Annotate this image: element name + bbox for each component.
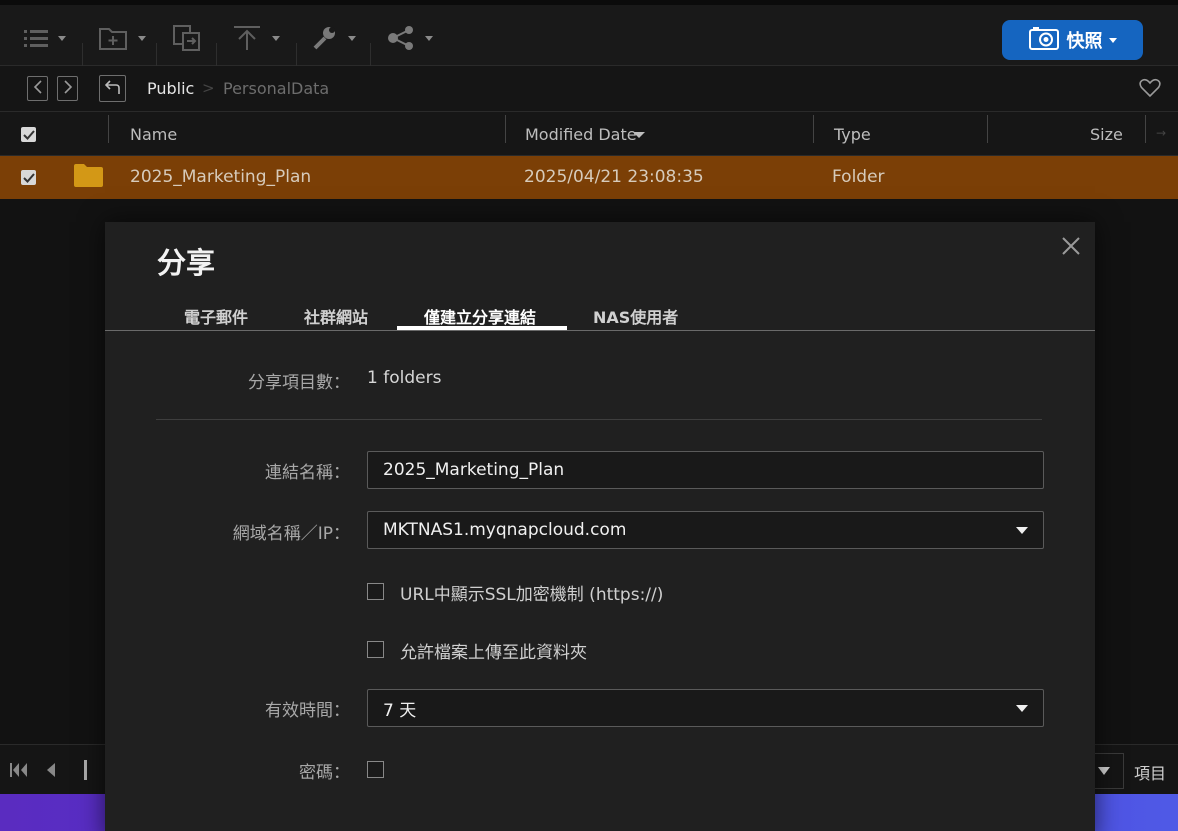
tools-icon [312,25,338,51]
chevron-left-icon [33,79,43,98]
upload-icon [232,24,262,52]
chevron-right-icon [63,79,73,98]
active-tab-indicator [397,326,567,330]
allow-upload-label[interactable]: 允許檔案上傳至此資料夾 [400,638,587,663]
chevron-down-icon [348,35,356,41]
new-folder-button[interactable] [98,19,146,57]
tab-link-only[interactable]: 僅建立分享連結 [424,304,536,328]
table-row[interactable]: 2025_Marketing_Plan 2025/04/21 23:08:35 … [0,156,1178,199]
column-options-icon[interactable]: → [1156,126,1166,140]
list-view-button[interactable] [24,19,66,57]
pager-divider [84,760,87,780]
column-divider[interactable] [813,115,814,143]
close-icon[interactable] [1060,235,1082,261]
share-count-value: 1 folders [367,368,442,388]
column-header-name[interactable]: Name [130,125,177,144]
expire-label: 有效時間： [265,701,350,721]
breadcrumb-separator: > [202,79,215,97]
column-header-size[interactable]: Size [1090,125,1123,144]
chevron-down-icon [1016,705,1028,712]
items-label: 項目 [1134,764,1167,783]
copy-icon [172,24,202,52]
password-checkbox[interactable] [367,761,384,778]
breadcrumb-item[interactable]: PersonalData [223,79,329,98]
chevron-down-icon [138,35,146,41]
chevron-down-icon [1016,527,1028,534]
breadcrumb-item[interactable]: Public [147,79,194,98]
expire-select[interactable]: 7 天 [367,689,1044,727]
share-icon [387,25,415,51]
ssl-label[interactable]: URL中顯示SSL加密機制 (https://) [400,580,663,605]
camera-icon [1028,26,1059,55]
select-all-checkbox[interactable] [21,127,36,142]
sort-desc-icon [633,132,645,138]
password-label: 密碼： [299,763,350,783]
table-header: Name Modified Date Type Size → [0,112,1178,156]
chevron-down-icon [58,35,66,41]
snapshot-label: 快照 [1066,31,1103,52]
back-button[interactable] [27,76,48,101]
new-folder-icon [98,25,128,51]
upload-button[interactable] [232,19,280,57]
link-name-value: 2025_Marketing_Plan [383,460,565,480]
column-header-type[interactable]: Type [834,125,871,144]
toolbar-divider [370,43,371,67]
chevron-down-icon [1098,767,1110,775]
row-checkbox[interactable] [21,170,36,185]
share-count-label: 分享項目數： [248,373,350,393]
forward-button[interactable] [57,76,78,101]
column-divider[interactable] [108,115,109,143]
ssl-checkbox[interactable] [367,583,384,600]
snapshot-button[interactable]: 快照 [1002,20,1143,60]
file-name[interactable]: 2025_Marketing_Plan [130,167,311,187]
list-view-icon [24,28,48,48]
share-button[interactable] [387,19,433,57]
domain-value: MKTNAS1.myqnapcloud.com [383,520,627,540]
copy-button[interactable] [172,19,202,57]
first-page-icon[interactable] [10,762,28,782]
chevron-down-icon [425,35,433,41]
heart-icon[interactable] [1139,78,1161,102]
dialog-title: 分享 [157,246,216,280]
column-divider[interactable] [1145,115,1146,143]
parent-folder-button[interactable] [99,75,126,102]
column-header-modified-date[interactable]: Modified Date [525,125,637,144]
tab-email[interactable]: 電子郵件 [184,304,248,328]
domain-label: 網域名稱／IP： [232,524,350,544]
share-dialog: 分享 電子郵件 社群網站 僅建立分享連結 NAS使用者 分享項目數： 1 fol… [105,222,1095,831]
tab-social[interactable]: 社群網站 [304,304,368,328]
toolbar-divider [82,43,83,67]
folder-icon [74,164,103,191]
allow-upload-checkbox[interactable] [367,641,384,658]
file-type: Folder [832,167,885,187]
domain-select[interactable]: MKTNAS1.myqnapcloud.com [367,511,1044,549]
toolbar-divider [296,43,297,67]
file-modified-date: 2025/04/21 23:08:35 [524,167,704,187]
column-divider[interactable] [505,115,506,143]
chevron-down-icon [272,35,280,41]
return-icon [104,79,121,99]
toolbar: 快照 [0,0,1178,67]
toolbar-divider [216,43,217,67]
prev-page-icon[interactable] [44,762,56,782]
column-divider[interactable] [987,115,988,143]
tab-nas-users[interactable]: NAS使用者 [593,304,678,328]
divider [156,419,1042,420]
link-name-input[interactable]: 2025_Marketing_Plan [367,451,1044,489]
tools-button[interactable] [312,19,356,57]
toolbar-divider [156,43,157,67]
expire-value: 7 天 [383,700,417,721]
share-tabs: 電子郵件 社群網站 僅建立分享連結 NAS使用者 [105,300,1095,331]
chevron-down-icon [1108,37,1117,43]
path-bar: Public > PersonalData [0,66,1178,112]
link-name-label: 連結名稱： [265,463,350,483]
